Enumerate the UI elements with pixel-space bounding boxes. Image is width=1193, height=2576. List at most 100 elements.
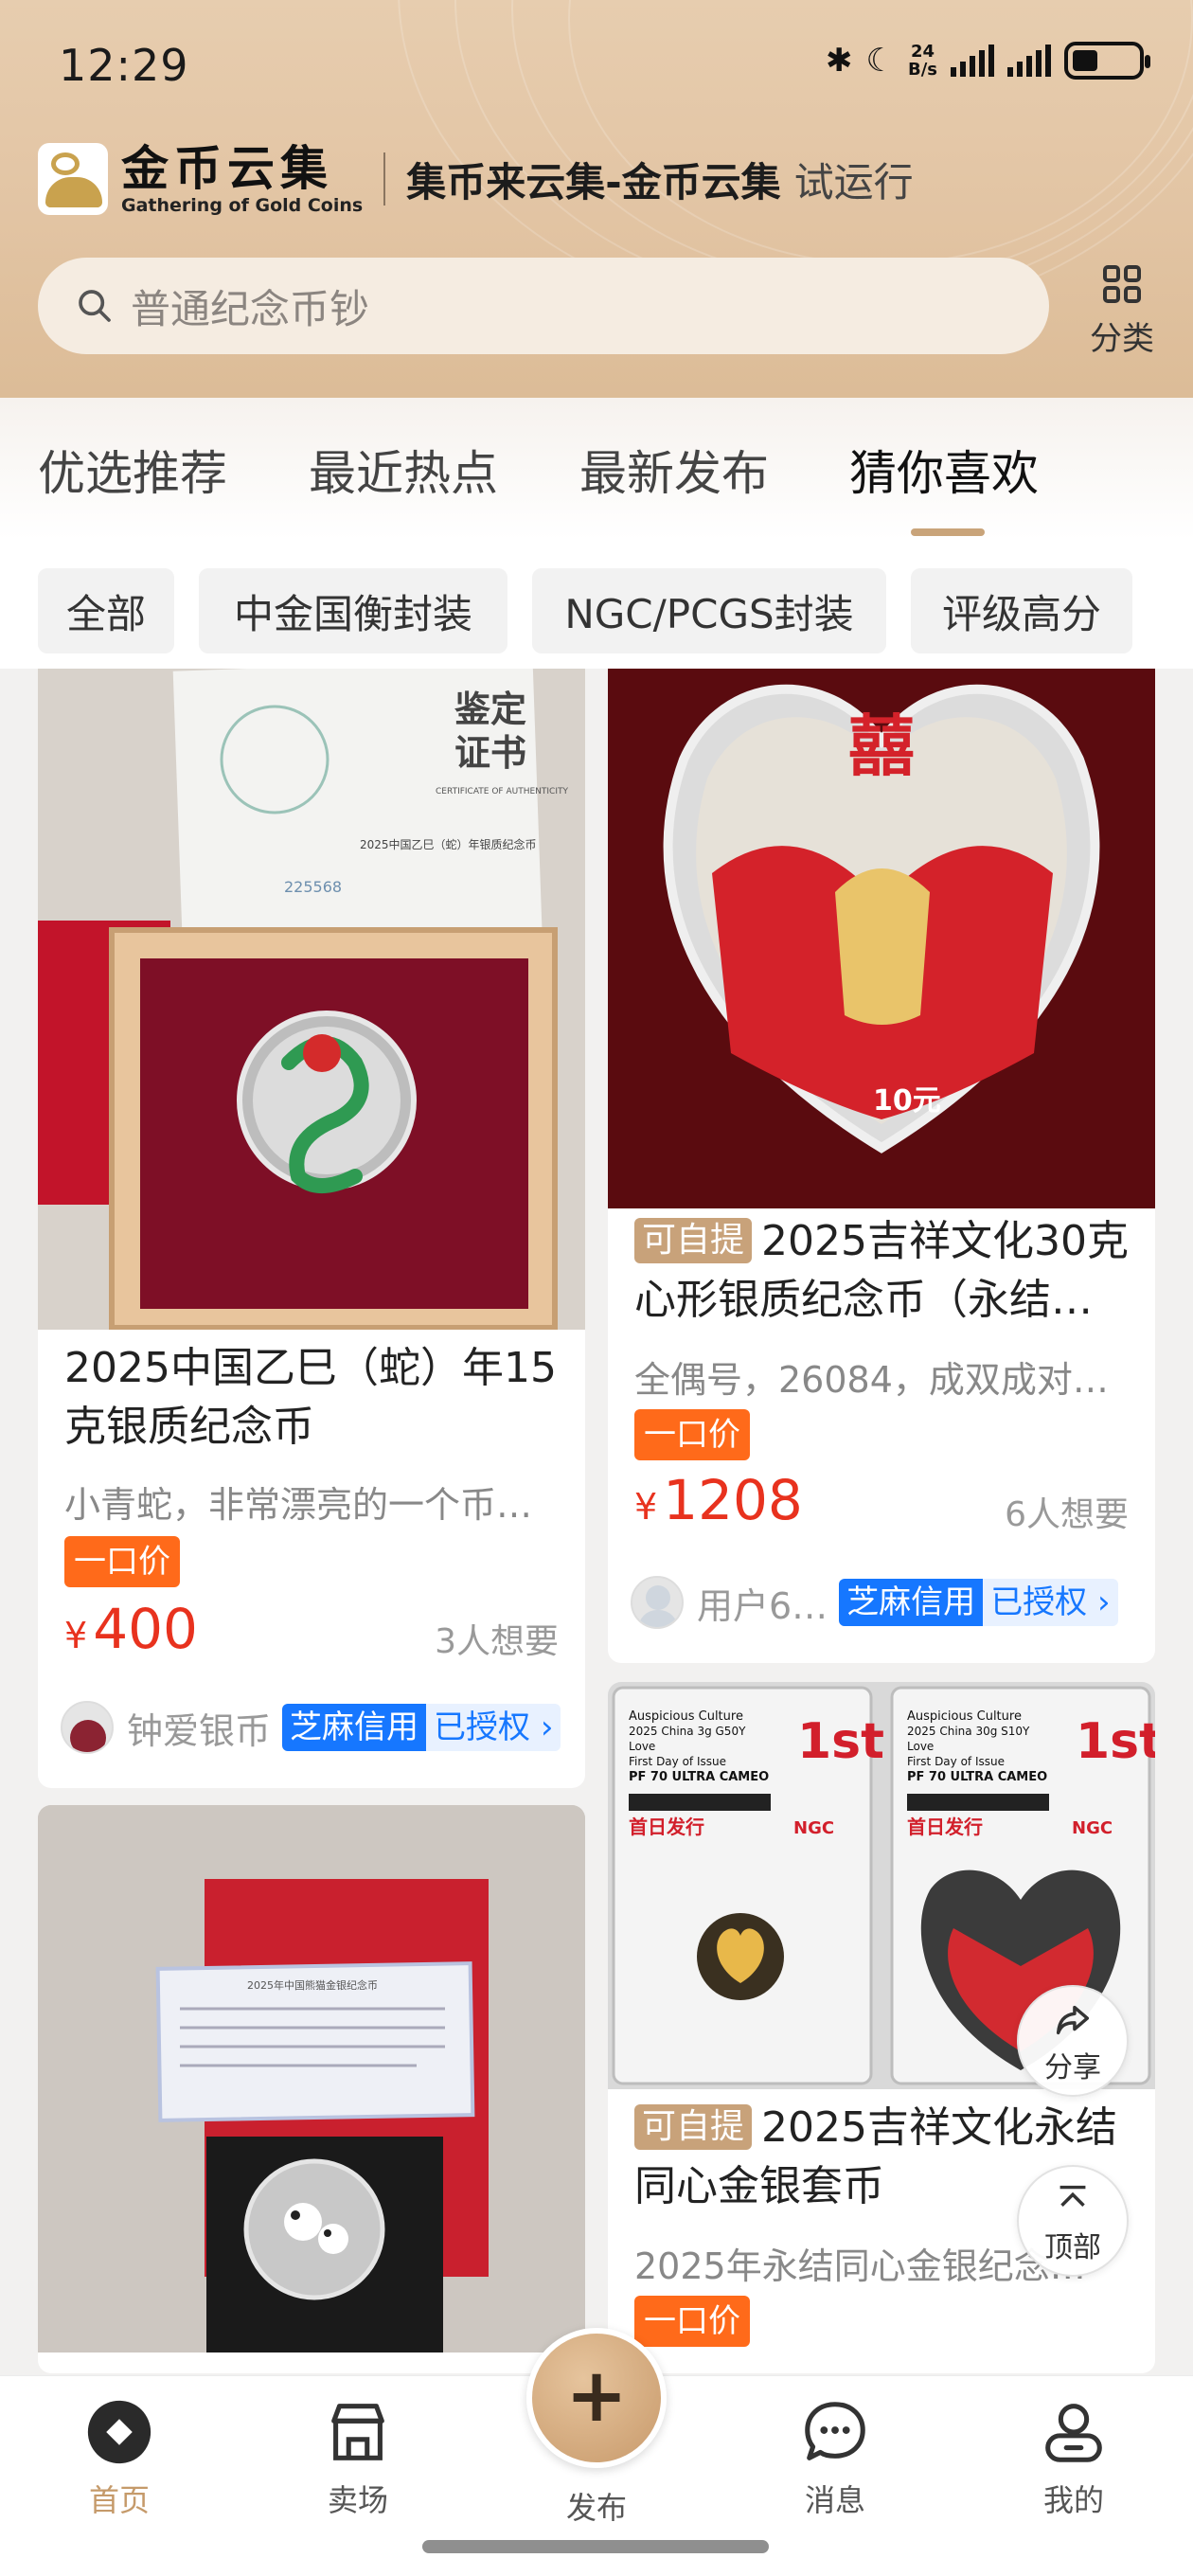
zhima-credit-badge[interactable]: 芝麻信用 已授权 › xyxy=(839,1579,1118,1626)
arrow-up-icon xyxy=(1059,2185,1086,2207)
brand-slogan: 集币来云集-金币云集 xyxy=(406,158,781,206)
brand-english: Gathering of Gold Coins xyxy=(121,195,364,216)
filter-ngc-pcgs[interactable]: NGC/PCGS封装 xyxy=(532,568,886,653)
svg-text:1st: 1st xyxy=(1076,1713,1155,1770)
brand-name: 金币云集 xyxy=(121,141,333,196)
svg-text:NGC: NGC xyxy=(1072,1818,1113,1838)
nav-market[interactable]: 卖场 xyxy=(282,2395,434,2520)
publish-button[interactable]: + xyxy=(526,2328,667,2468)
home-icon xyxy=(87,2400,151,2464)
zhima-credit-badge[interactable]: 芝麻信用 已授权 › xyxy=(282,1704,561,1751)
product-desc: 全偶号，26084，成双成对… xyxy=(634,1359,1109,1401)
profile-icon xyxy=(1045,2404,1102,2462)
svg-text:PF 70 ULTRA CAMEO: PF 70 ULTRA CAMEO xyxy=(629,1770,769,1784)
product-title[interactable]: 2025中国乙巳（蛇）年15克银质纪念币 xyxy=(64,1339,576,1457)
search-placeholder: 普通纪念币钞 xyxy=(131,285,370,332)
panda-coin-photo: 2025年中国熊猫金银纪念币 xyxy=(38,1805,585,2352)
svg-text:Auspicious Culture: Auspicious Culture xyxy=(907,1709,1022,1724)
filter-high-grade[interactable]: 评级高分 xyxy=(911,568,1132,653)
battery-icon xyxy=(1064,42,1150,80)
product-image[interactable]: 鉴定 证书 CERTIFICATE OF AUTHENTICITY 2025中国… xyxy=(38,669,585,1330)
product-price: ¥400 xyxy=(64,1597,198,1661)
category-label: 分类 xyxy=(1090,320,1154,358)
product-title[interactable]: 可自提 2025吉祥文化30克心形银质纪念币（永结… xyxy=(634,1212,1136,1330)
tab-latest[interactable]: 最新发布 xyxy=(579,436,769,504)
signal-icon xyxy=(951,45,994,77)
tab-recommended[interactable]: 优选推荐 xyxy=(38,436,227,504)
share-button[interactable]: 分享 xyxy=(1017,1985,1129,2097)
seller-row[interactable]: 钟爱银币 芝麻信用 已授权 › xyxy=(61,1699,561,1756)
product-image[interactable]: 2025年中国熊猫金银纪念币 xyxy=(38,1805,585,2352)
fixed-price-badge: 一口价 xyxy=(634,2296,750,2347)
avatar xyxy=(631,1576,684,1629)
tab-indicator xyxy=(911,528,985,536)
svg-text:PF 70 ULTRA CAMEO: PF 70 ULTRA CAMEO xyxy=(907,1770,1047,1784)
nav-home[interactable]: 首页 xyxy=(44,2395,195,2520)
svg-text:2025 China 30g S10Y: 2025 China 30g S10Y xyxy=(907,1725,1030,1738)
filter-bar: 全部 中金国衡封装 NGC/PCGS封装 评级高分 xyxy=(0,540,1193,669)
back-to-top-button[interactable]: 顶部 xyxy=(1017,2165,1129,2277)
app-header: 12:29 ✱ ☾ 24 B/s 金币云集 Gathering of Gold C… xyxy=(0,0,1193,398)
svg-text:首日发行: 首日发行 xyxy=(629,1816,704,1838)
product-image[interactable]: 囍 10元 xyxy=(608,669,1155,1208)
tab-guess-you-like[interactable]: 猜你喜欢 xyxy=(849,436,1039,504)
pickup-tag: 可自提 xyxy=(634,2104,753,2150)
svg-text:鉴定: 鉴定 xyxy=(454,688,526,730)
product-card[interactable]: 囍 10元 可自提 2025吉祥文化30克心形银质纪念币（永结… 全偶号，2608… xyxy=(608,669,1155,1663)
nav-profile[interactable]: 我的 xyxy=(998,2395,1149,2520)
nav-label: 首页 xyxy=(88,2482,150,2518)
svg-text:1st: 1st xyxy=(797,1713,884,1770)
home-indicator xyxy=(422,2540,769,2553)
filter-all[interactable]: 全部 xyxy=(38,568,174,653)
svg-text:Love: Love xyxy=(629,1740,655,1753)
want-count: 3人想要 xyxy=(435,1622,559,1661)
signal-icon xyxy=(1007,45,1051,77)
seller-row[interactable]: 用户6… 芝麻信用 已授权 › xyxy=(631,1574,1118,1631)
fixed-price-badge: 一口价 xyxy=(634,1409,750,1460)
tab-hot[interactable]: 最近热点 xyxy=(309,436,498,504)
snake-coin-photo: 鉴定 证书 CERTIFICATE OF AUTHENTICITY 2025中国… xyxy=(38,669,585,1330)
fixed-price-badge: 一口价 xyxy=(64,1536,180,1587)
top-label: 顶部 xyxy=(1044,2231,1101,2264)
nav-publish-label-wrap[interactable]: 发布 xyxy=(521,2480,672,2528)
svg-text:CERTIFICATE OF AUTHENTICITY: CERTIFICATE OF AUTHENTICITY xyxy=(436,787,568,796)
product-card[interactable]: 2025年中国熊猫金银纪念币 xyxy=(38,1805,585,2373)
moon-icon: ☾ xyxy=(865,42,895,80)
svg-text:10元: 10元 xyxy=(873,1084,941,1118)
tab-bar: 优选推荐 最近热点 最新发布 猜你喜欢 xyxy=(0,398,1193,540)
brand-bar: 金币云集 Gathering of Gold Coins 集币来云集-金币云集 … xyxy=(38,142,914,216)
status-icons: ✱ ☾ 24 B/s xyxy=(826,42,1150,80)
nav-messages[interactable]: 消息 xyxy=(759,2395,911,2520)
heart-coin-photo: 囍 10元 xyxy=(608,669,1155,1208)
bluetooth-icon: ✱ xyxy=(826,42,853,80)
product-card[interactable]: 鉴定 证书 CERTIFICATE OF AUTHENTICITY 2025中国… xyxy=(38,669,585,1788)
svg-text:2025中国乙巳（蛇）年银质纪念币: 2025中国乙巳（蛇）年银质纪念币 xyxy=(360,837,537,851)
svg-text:225568: 225568 xyxy=(284,878,342,896)
store-icon xyxy=(331,2404,384,2460)
seller-name: 钟爱银币 xyxy=(127,1709,272,1752)
product-desc: 小青蛇，非常漂亮的一个币… xyxy=(64,1484,533,1526)
divider xyxy=(383,152,386,206)
nav-label: 卖场 xyxy=(327,2482,388,2518)
svg-text:2025年中国熊猫金银纪念币: 2025年中国熊猫金银纪念币 xyxy=(247,1978,378,1992)
want-count: 6人想要 xyxy=(1005,1495,1129,1534)
svg-text:Love: Love xyxy=(907,1740,934,1753)
seller-name: 用户6… xyxy=(697,1584,828,1627)
svg-text:Auspicious Culture: Auspicious Culture xyxy=(629,1709,743,1724)
svg-text:证书: 证书 xyxy=(454,731,526,774)
search-input[interactable]: 普通纪念币钞 xyxy=(38,258,1049,354)
category-button[interactable]: 分类 xyxy=(1079,261,1165,359)
avatar xyxy=(61,1701,114,1754)
plus-icon: + xyxy=(565,2353,628,2439)
nav-label: 消息 xyxy=(804,2482,865,2518)
svg-text:NGC: NGC xyxy=(793,1818,834,1838)
svg-text:First Day of Issue: First Day of Issue xyxy=(629,1755,726,1768)
net-speed: 24 B/s xyxy=(907,42,937,80)
status-bar: 12:29 ✱ ☾ 24 B/s xyxy=(0,0,1193,133)
product-feed: 鉴定 证书 CERTIFICATE OF AUTHENTICITY 2025中国… xyxy=(0,669,1193,2373)
svg-text:First Day of Issue: First Day of Issue xyxy=(907,1755,1005,1768)
share-icon xyxy=(1056,2005,1090,2035)
search-icon xyxy=(79,290,111,322)
svg-text:首日发行: 首日发行 xyxy=(907,1816,983,1838)
filter-cgcc[interactable]: 中金国衡封装 xyxy=(199,568,507,653)
